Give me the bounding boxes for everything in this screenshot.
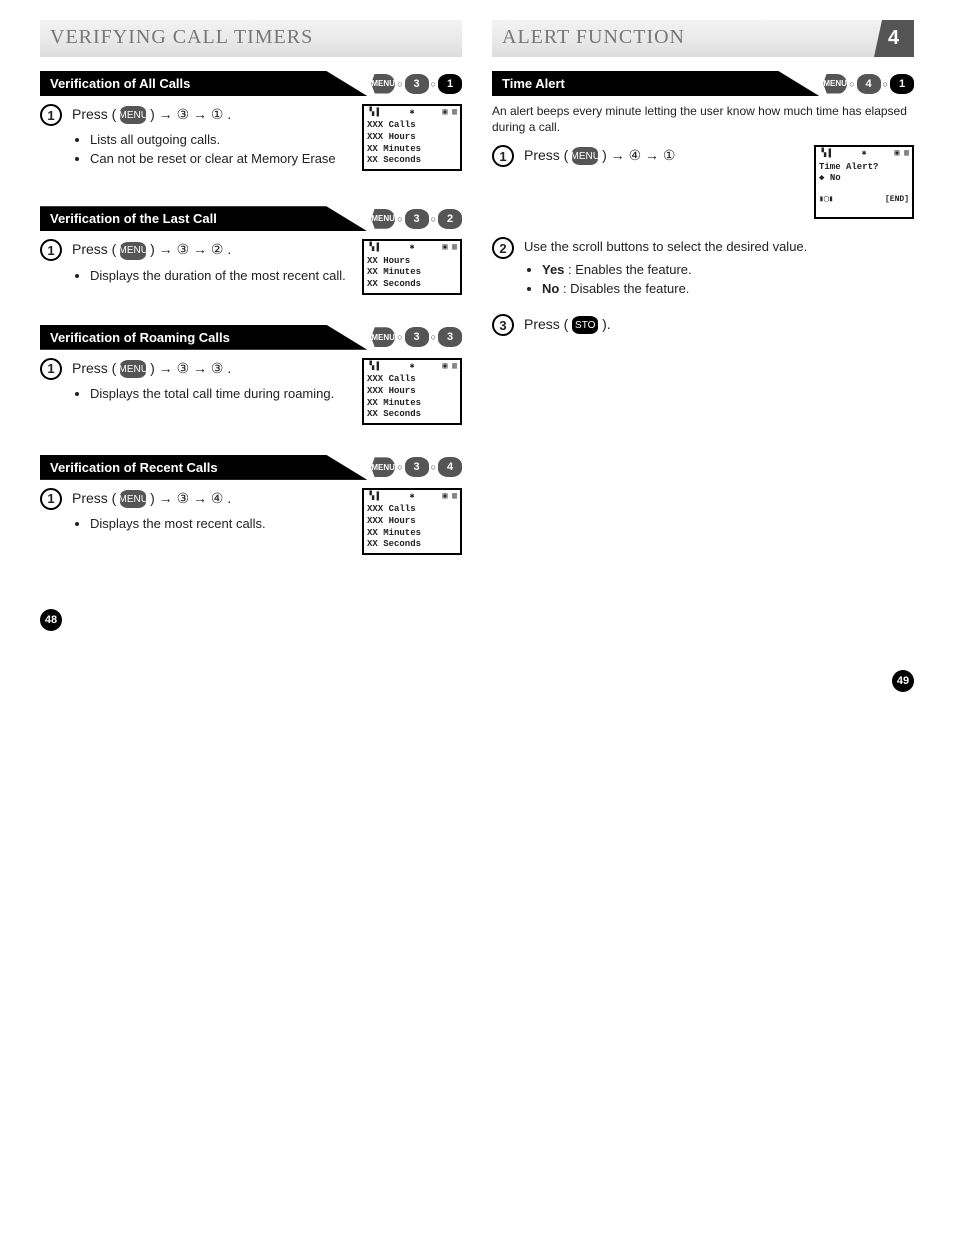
press-instruction: Press ( MENU ) → ③ → ② . — [72, 241, 354, 259]
press-instruction: Press ( MENU ) → ③ → ① . — [72, 106, 354, 124]
press-instruction: Press ( MENU ) → ④ → ① — [524, 147, 806, 165]
seq-ring-icon: ○ — [397, 332, 402, 342]
bullet-text: Displays the total call time during roam… — [90, 386, 354, 401]
seq-ring-icon: ○ — [431, 79, 436, 89]
seq-ring-icon: ○ — [849, 79, 854, 89]
seq-ring-icon: ○ — [431, 214, 436, 224]
step-number: 1 — [492, 145, 514, 167]
phone-screen: ▝▖▌✱▣ ▥ XX Hours XX Minutes XX Seconds — [362, 239, 462, 294]
page-number: 49 — [892, 670, 914, 692]
menu-key-icon: MENU — [371, 327, 395, 347]
num-key-icon: 3 — [405, 327, 429, 347]
bullet-text: Displays the duration of the most recent… — [90, 268, 354, 283]
menu-key-icon: MENU — [120, 106, 146, 124]
num-key-icon: 4 — [857, 74, 881, 94]
num-key-icon: 1 — [890, 74, 914, 94]
phone-screen: ▝▖▌✱▣ ▥ XXX Calls XXX Hours XX Minutes X… — [362, 358, 462, 425]
menu-key-icon: MENU — [120, 360, 146, 378]
bullet-text: Yes : Enables the feature. — [542, 262, 914, 277]
left-page-header: VERIFYING CALL TIMERS — [40, 20, 462, 57]
bullet-text: Displays the most recent calls. — [90, 516, 354, 531]
press-instruction: Press ( STO ). — [524, 316, 914, 334]
step-number: 1 — [40, 104, 62, 126]
nav-keys: MENU ○ 3 ○ 2 — [371, 209, 462, 229]
menu-key-icon: MENU — [572, 147, 598, 165]
phone-screen: ▝▖▌✱▣ ▥ Time Alert? ◆ No ▮▢▮[END] — [814, 145, 914, 219]
phone-screen: ▝▖▌✱▣ ▥ XXX Calls XXX Hours XX Minutes X… — [362, 104, 462, 171]
num-key-icon: 1 — [438, 74, 462, 94]
menu-key-icon: MENU — [371, 74, 395, 94]
step-number: 1 — [40, 358, 62, 380]
num-key-icon: 3 — [405, 457, 429, 477]
menu-key-icon: MENU — [823, 74, 847, 94]
nav-keys: MENU ○ 3 ○ 4 — [371, 457, 462, 477]
num-key-icon: 4 — [438, 457, 462, 477]
nav-keys: MENU ○ 3 ○ 3 — [371, 327, 462, 347]
num-key-icon: 2 — [438, 209, 462, 229]
step-number: 1 — [40, 488, 62, 510]
menu-key-icon: MENU — [371, 209, 395, 229]
press-instruction: Press ( MENU ) → ③ → ④ . — [72, 490, 354, 508]
seq-ring-icon: ○ — [397, 462, 402, 472]
seq-ring-icon: ○ — [397, 214, 402, 224]
menu-key-icon: MENU — [371, 457, 395, 477]
section-intro: An alert beeps every minute letting the … — [492, 104, 914, 135]
step-text: Use the scroll buttons to select the des… — [524, 239, 914, 254]
seq-ring-icon: ○ — [397, 79, 402, 89]
nav-keys: MENU ○ 4 ○ 1 — [823, 74, 914, 94]
nav-keys: MENU ○ 3 ○ 1 — [371, 74, 462, 94]
seq-ring-icon: ○ — [431, 462, 436, 472]
sto-key-icon: STO — [572, 316, 598, 334]
menu-key-icon: MENU — [120, 490, 146, 508]
bullet-text: Can not be reset or clear at Memory Eras… — [90, 151, 354, 166]
step-number: 1 — [40, 239, 62, 261]
bullet-text: Lists all outgoing calls. — [90, 132, 354, 147]
press-instruction: Press ( MENU ) → ③ → ③ . — [72, 360, 354, 378]
num-key-icon: 3 — [438, 327, 462, 347]
seq-ring-icon: ○ — [883, 79, 888, 89]
phone-screen: ▝▖▌✱▣ ▥ XXX Calls XXX Hours XX Minutes X… — [362, 488, 462, 555]
seq-ring-icon: ○ — [431, 332, 436, 342]
num-key-icon: 3 — [405, 209, 429, 229]
bullet-text: No : Disables the feature. — [542, 281, 914, 296]
page-number: 48 — [40, 609, 62, 631]
right-page-header: ALERT FUNCTION — [492, 20, 914, 57]
num-key-icon: 3 — [405, 74, 429, 94]
step-number: 2 — [492, 237, 514, 259]
menu-key-icon: MENU — [120, 242, 146, 260]
step-number: 3 — [492, 314, 514, 336]
